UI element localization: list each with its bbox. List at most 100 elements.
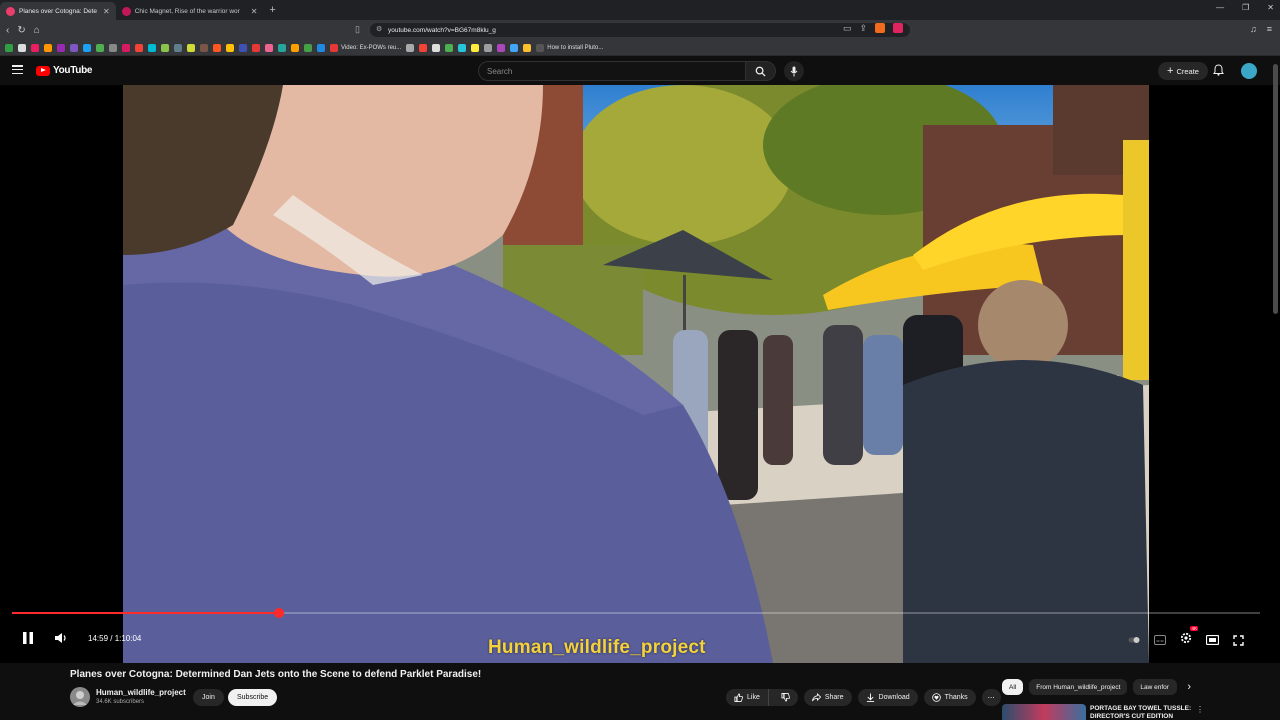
subscribe-button[interactable]: Subscribe [228, 689, 278, 706]
browser-tab[interactable]: Chic Magnet, Rise of the warrior wor ✕ [116, 2, 264, 20]
bookmark-icon[interactable] [31, 43, 39, 52]
bookmark-icon[interactable] [317, 43, 325, 52]
minimize-icon[interactable]: — [1216, 3, 1224, 12]
bookmark-icon[interactable] [187, 43, 195, 52]
bookmark-video-ex-pows[interactable]: Video: Ex-POWs reu... [330, 43, 401, 52]
search-button[interactable] [746, 61, 776, 81]
chip-law-enforcement[interactable]: Law enfor [1133, 679, 1178, 695]
bookmark-icon[interactable] [96, 43, 104, 52]
bookmark-icon[interactable] [510, 43, 519, 52]
progress-scrubber-handle[interactable] [274, 608, 285, 618]
bookmark-icon[interactable] [458, 43, 467, 52]
url-field[interactable]: ⚙ youtube.com/watch?v=BG67m8klu_g [370, 23, 910, 37]
brave-shield-icon[interactable] [875, 23, 886, 33]
bookmark-icon[interactable] [252, 43, 260, 52]
close-tab-icon[interactable]: ✕ [103, 7, 110, 16]
more-actions-button[interactable]: ⋯ [981, 689, 1001, 706]
bookmark-icon[interactable] [213, 43, 221, 52]
bookmark-icon[interactable] [148, 43, 156, 52]
plus-icon: + [1167, 65, 1174, 77]
search-input[interactable]: Search [478, 61, 746, 81]
bookmark-icon[interactable] [109, 43, 117, 52]
bookmark-icon[interactable] [432, 43, 441, 52]
url-text: youtube.com/watch?v=BG67m8klu_g [388, 26, 496, 34]
thanks-button[interactable]: Thanks [923, 689, 976, 706]
bookmark-icon[interactable] [135, 43, 143, 52]
join-button[interactable]: Join [193, 689, 224, 706]
share-page-icon[interactable]: ⇪ [860, 23, 868, 34]
channel-name[interactable]: Human_wildlife_project [96, 688, 186, 697]
bookmark-icon[interactable] [70, 43, 78, 52]
bookmark-icon[interactable] [174, 43, 182, 52]
bookmark-icon[interactable] [57, 43, 65, 52]
extension-icon[interactable] [893, 23, 904, 33]
page-scrollbar[interactable] [1273, 64, 1278, 314]
new-tab-icon[interactable]: + [269, 4, 275, 16]
recommended-more-icon[interactable]: ⋮ [1196, 705, 1204, 714]
bookmark-icon[interactable] [406, 43, 415, 52]
bookmark-icon[interactable] [239, 43, 247, 52]
bookmark-icon[interactable] [83, 43, 91, 52]
like-button[interactable]: Like [726, 689, 769, 706]
progress-bar[interactable] [12, 608, 1260, 618]
volume-icon[interactable] [54, 632, 68, 644]
account-avatar[interactable] [1241, 63, 1257, 79]
bookmark-icon[interactable] [44, 43, 52, 52]
bookmark-icon[interactable] [278, 43, 286, 52]
subtitles-icon[interactable] [1154, 635, 1166, 645]
bookmark-icon[interactable] [161, 43, 169, 52]
browser-tab-active[interactable]: Planes over Cotogna: Determ ✕ [0, 2, 116, 20]
bookmark-icon[interactable] [304, 43, 312, 52]
settings-button[interactable]: 4K [1180, 626, 1198, 649]
site-info-icon[interactable]: ⚙ [376, 25, 382, 33]
chevron-right-icon[interactable]: › [1187, 681, 1191, 693]
close-tab-icon[interactable]: ✕ [251, 7, 258, 16]
share-button[interactable]: Share [803, 689, 852, 706]
fullscreen-icon[interactable] [1233, 634, 1244, 646]
bookmark-icon[interactable] [497, 43, 506, 52]
video-frame[interactable] [123, 85, 1149, 663]
bookmark-icon[interactable] [291, 43, 299, 52]
youtube-header: YouTube Search + Create [0, 57, 1280, 85]
bookmark-icon[interactable] [523, 43, 532, 52]
bookmark-icon[interactable] [122, 43, 130, 52]
share-icon [811, 693, 821, 702]
time-display: 14:59 / 1:10:04 [88, 633, 142, 643]
install-icon[interactable]: ▭ [843, 23, 852, 34]
create-button[interactable]: + Create [1158, 62, 1208, 80]
back-icon[interactable]: ‹ [6, 25, 9, 36]
youtube-logo[interactable]: YouTube [36, 65, 93, 76]
bookmark-icon[interactable] [18, 43, 26, 52]
theater-mode-icon[interactable] [1206, 635, 1219, 645]
recommended-video-thumbnail[interactable] [1002, 704, 1086, 720]
restore-icon[interactable]: ❐ [1242, 3, 1249, 12]
chip-all[interactable]: All [1002, 679, 1024, 695]
voice-search-button[interactable] [784, 61, 804, 81]
close-window-icon[interactable]: ✕ [1267, 3, 1274, 12]
video-player[interactable]: Human_wildlife_project 14:59 / 1:10:04 4… [0, 85, 1280, 663]
media-icon[interactable]: ♫ [1250, 24, 1257, 34]
bookmark-icon[interactable] [419, 43, 428, 52]
channel-avatar[interactable] [70, 687, 90, 707]
video-caption-overlay: Human_wildlife_project [488, 637, 706, 658]
bookmark-icon[interactable]: ▯ [355, 24, 360, 35]
bookmark-icon[interactable] [471, 43, 480, 52]
bookmark-icon[interactable] [5, 43, 13, 52]
bookmark-icon[interactable] [200, 43, 208, 52]
menu-icon[interactable]: ≡ [1267, 24, 1272, 34]
bookmark-pluto[interactable]: How to install Pluto... [536, 43, 603, 52]
bookmark-icon[interactable] [484, 43, 493, 52]
home-icon[interactable]: ⌂ [34, 25, 40, 36]
bookmark-icon[interactable] [265, 43, 273, 52]
recommended-video-title[interactable]: PORTAGE BAY TOWEL TUSSLE: DIRECTOR'S CUT… [1090, 705, 1200, 720]
download-button[interactable]: Download [857, 689, 918, 706]
pause-icon[interactable] [22, 631, 34, 645]
hamburger-menu-icon[interactable] [12, 65, 23, 74]
autoplay-toggle-icon[interactable] [1128, 635, 1140, 645]
bookmark-icon[interactable] [445, 43, 454, 52]
bookmark-icon[interactable] [226, 43, 234, 52]
dislike-button[interactable] [772, 689, 798, 706]
notifications-bell-icon[interactable] [1213, 64, 1224, 76]
reload-icon[interactable]: ↻ [17, 25, 25, 36]
chip-from-channel[interactable]: From Human_wildlife_project [1029, 679, 1128, 695]
